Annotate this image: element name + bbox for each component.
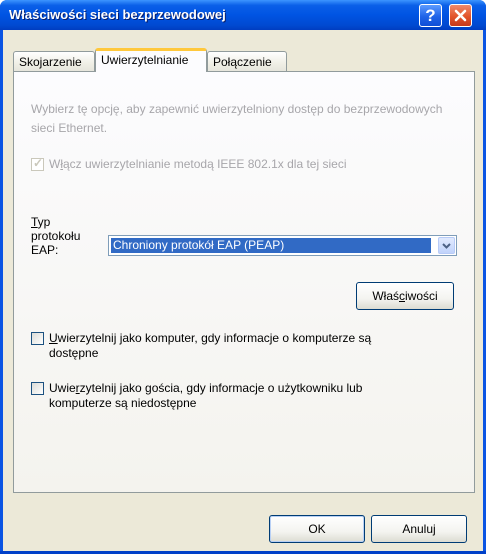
- tab-connection[interactable]: Połączenie: [207, 51, 287, 71]
- question-mark-icon: ?: [425, 5, 436, 25]
- dialog-client: Skojarzenie Uwierzytelnianie Połączenie …: [3, 30, 483, 551]
- window-title: Właściwości sieci bezprzewodowej: [9, 7, 226, 22]
- tab-panel-authentication: Wybierz tę opcję, aby zapewnić uwierzyte…: [13, 71, 475, 493]
- tab-authentication[interactable]: Uwierzytelnianie: [95, 48, 207, 72]
- description-text: Wybierz tę opcję, aby zapewnić uwierzyte…: [31, 102, 443, 135]
- cancel-button[interactable]: Anuluj: [371, 515, 467, 543]
- properties-button[interactable]: Właściwości: [356, 282, 454, 310]
- eap-type-label: Typ protokołu EAP:: [31, 215, 81, 257]
- chevron-down-icon: [442, 242, 451, 249]
- dialog-window: Właściwości sieci bezprzewodowej ? Skoja…: [0, 0, 486, 554]
- auth-as-computer-label: Uwierzytelnij jako komputer, gdy informa…: [49, 331, 372, 360]
- tab-association[interactable]: Skojarzenie: [13, 51, 95, 71]
- auth-as-guest-label: Uwierzytelnij jako gościa, gdy informacj…: [49, 381, 363, 410]
- close-icon: [454, 9, 467, 22]
- enable-8021x-checkbox[interactable]: ✓: [31, 156, 44, 171]
- help-button[interactable]: ?: [419, 4, 442, 27]
- eap-type-select[interactable]: Chroniony protokół EAP (PEAP): [108, 235, 457, 256]
- eap-type-selected-value: Chroniony protokół EAP (PEAP): [111, 238, 431, 253]
- auth-as-computer-checkbox[interactable]: [31, 332, 44, 345]
- enable-8021x-label: Włącz uwierzytelnianie metodą IEEE 802.1…: [49, 157, 347, 171]
- title-bar[interactable]: Właściwości sieci bezprzewodowej ?: [0, 0, 486, 30]
- close-button[interactable]: [449, 4, 472, 27]
- auth-as-guest-checkbox[interactable]: [31, 382, 44, 395]
- dropdown-arrow-button[interactable]: [438, 237, 455, 254]
- checkmark-icon: ✓: [33, 156, 44, 170]
- ok-button[interactable]: OK: [269, 515, 365, 543]
